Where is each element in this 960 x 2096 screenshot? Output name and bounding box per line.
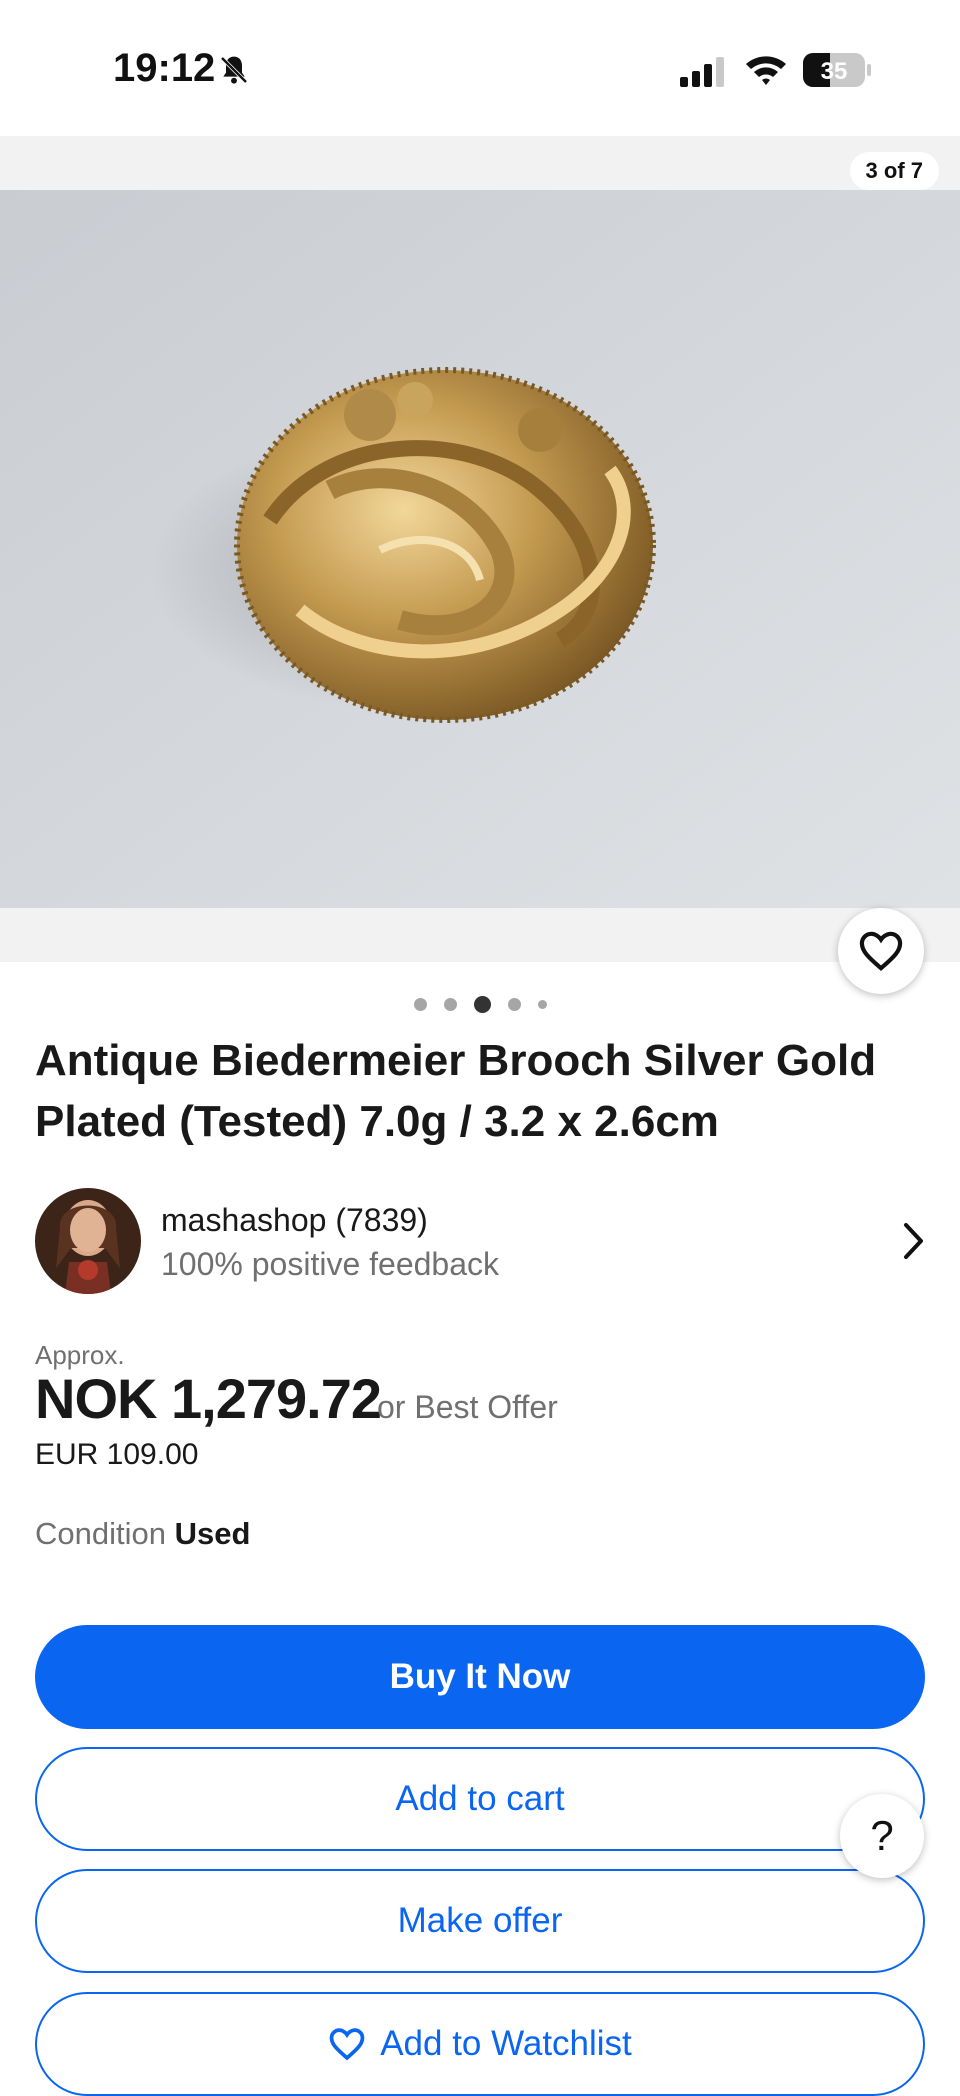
cellular-signal-icon (680, 57, 724, 87)
condition-label: Condition (35, 1516, 166, 1551)
seller-name[interactable]: mashashop (7839) (161, 1202, 428, 1239)
bell-muted-icon (220, 56, 248, 84)
help-icon: ? (870, 1812, 894, 1859)
make-offer-button[interactable]: Make offer (35, 1869, 925, 1973)
battery-icon: 35 (803, 53, 871, 87)
chevron-right-icon[interactable] (903, 1222, 925, 1260)
help-button[interactable]: ? (840, 1794, 924, 1878)
add-to-watchlist-button[interactable]: Add to Watchlist (35, 1992, 925, 2096)
make-offer-label: Make offer (397, 1901, 563, 1940)
heart-icon (859, 931, 903, 971)
page-dot-active[interactable] (473, 996, 491, 1013)
wifi-icon (746, 56, 786, 85)
status-time: 19:12 (113, 46, 216, 90)
best-offer-label: or Best Offer (377, 1389, 558, 1425)
status-bar: 19:12 35 (0, 0, 960, 136)
listing-title: Antique Biedermeier Brooch Silver Gold P… (35, 1036, 877, 1146)
seller-row[interactable]: mashashop (7839) 100% positive feedback (35, 1188, 925, 1294)
buy-it-now-button[interactable]: Buy It Now (35, 1625, 925, 1729)
image-gallery[interactable]: 3 of 7 (0, 136, 960, 962)
condition-value: Used (174, 1516, 251, 1551)
product-photo[interactable] (0, 190, 960, 908)
buy-it-now-label: Buy It Now (389, 1657, 571, 1696)
page-dot[interactable] (537, 1000, 547, 1009)
seller-avatar[interactable] (35, 1188, 141, 1294)
seller-feedback: 100% positive feedback (161, 1246, 499, 1282)
add-to-watchlist-label: Add to Watchlist (380, 2024, 632, 2063)
page-dot[interactable] (413, 998, 427, 1011)
page-dot[interactable] (507, 998, 521, 1011)
add-to-cart-button[interactable]: Add to cart (35, 1747, 925, 1851)
condition-row: Condition Used (35, 1516, 250, 1552)
add-to-cart-label: Add to cart (395, 1779, 565, 1818)
original-price: EUR 109.00 (35, 1438, 199, 1471)
favorite-button[interactable] (838, 908, 924, 994)
image-counter: 3 of 7 (849, 152, 939, 190)
gallery-pagination[interactable] (0, 996, 960, 1013)
heart-icon (329, 2028, 365, 2061)
battery-level: 35 (821, 58, 848, 85)
page-dot[interactable] (443, 998, 457, 1011)
price-amount: NOK 1,279.72 (35, 1367, 382, 1430)
